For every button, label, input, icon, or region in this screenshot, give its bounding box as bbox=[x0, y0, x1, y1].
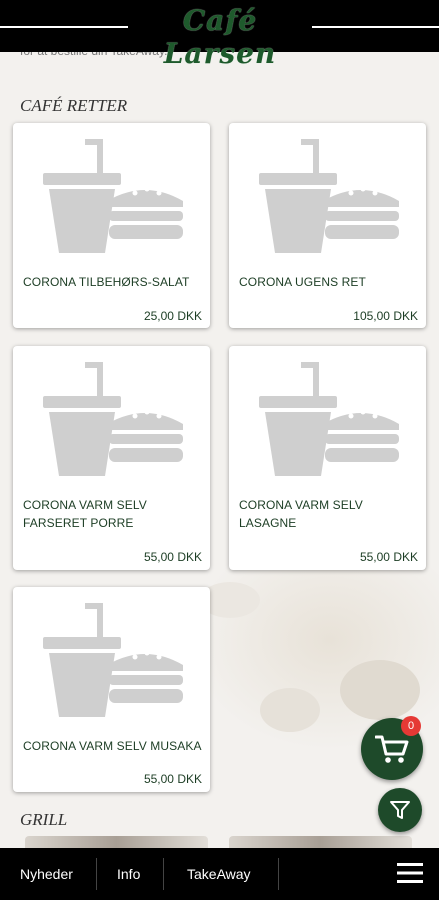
product-card[interactable]: CORONA VARM SELV FARSERET PORRE 55,00 DK… bbox=[13, 346, 210, 570]
drink-burger-placeholder-icon bbox=[259, 362, 399, 476]
nav-divider bbox=[96, 858, 97, 890]
nav-divider bbox=[278, 858, 279, 890]
nav-divider bbox=[163, 858, 164, 890]
product-price: 55,00 DKK bbox=[143, 772, 202, 786]
product-price: 55,00 DKK bbox=[359, 550, 418, 564]
filter-icon bbox=[390, 801, 410, 819]
nav-item-info[interactable]: Info bbox=[117, 848, 140, 900]
product-card[interactable]: CORONA UGENS RET 105,00 DKK bbox=[229, 123, 426, 328]
product-card[interactable]: CORONA TILBEHØRS-SALAT 25,00 DKK bbox=[13, 123, 210, 328]
product-name: CORONA TILBEHØRS-SALAT bbox=[23, 275, 190, 289]
section-title-grill: GRILL bbox=[20, 810, 68, 829]
product-name: CORONA VARM SELV MUSAKA bbox=[23, 739, 202, 753]
product-name: CORONA VARM SELV LASAGNE bbox=[239, 498, 363, 530]
cafe-logo[interactable]: Café Larsen bbox=[128, 4, 312, 70]
product-name: CORONA UGENS RET bbox=[239, 275, 366, 289]
product-price: 105,00 DKK bbox=[353, 309, 418, 323]
header-divider-right bbox=[312, 26, 439, 28]
cart-count-badge: 0 bbox=[401, 716, 421, 736]
hamburger-menu-icon[interactable] bbox=[397, 862, 423, 884]
nav-item-nyheder[interactable]: Nyheder bbox=[20, 848, 73, 900]
filter-button[interactable] bbox=[378, 788, 422, 832]
nav-item-takeaway[interactable]: TakeAway bbox=[187, 848, 251, 900]
product-price: 55,00 DKK bbox=[143, 550, 202, 564]
drink-burger-placeholder-icon bbox=[43, 362, 183, 476]
section-title-cafe-retter: CAFÉ RETTER bbox=[20, 96, 128, 115]
top-header: Café Larsen bbox=[0, 0, 439, 70]
bottom-navigation: Nyheder Info TakeAway bbox=[0, 848, 439, 900]
product-card[interactable]: CORONA VARM SELV LASAGNE 55,00 DKK bbox=[229, 346, 426, 570]
header-divider-left bbox=[0, 26, 128, 28]
drink-burger-placeholder-icon bbox=[43, 139, 183, 253]
product-price: 25,00 DKK bbox=[143, 309, 202, 323]
drink-burger-placeholder-icon bbox=[259, 139, 399, 253]
product-name: CORONA VARM SELV FARSERET PORRE bbox=[23, 498, 147, 530]
drink-burger-placeholder-icon bbox=[43, 603, 183, 717]
product-card[interactable]: CORONA VARM SELV MUSAKA 55,00 DKK bbox=[13, 587, 210, 792]
shopping-cart-icon bbox=[375, 735, 409, 763]
